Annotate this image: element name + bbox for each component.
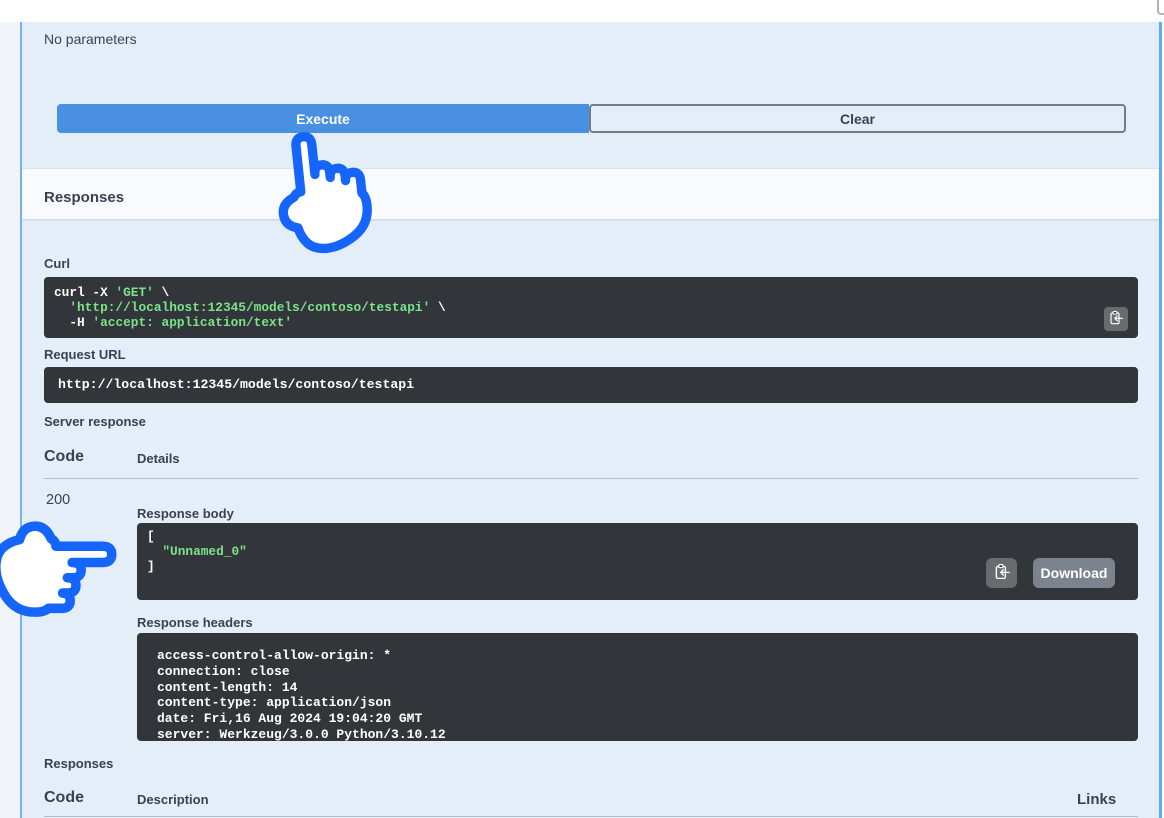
- responses-code-header: Code: [44, 789, 84, 807]
- response-headers-label: Response headers: [137, 615, 253, 630]
- server-response-label: Server response: [44, 414, 146, 429]
- response-header-line: date: Fri,16 Aug 2024 19:04:20 GMT: [157, 711, 1118, 727]
- responses-section-title: Responses: [44, 189, 124, 206]
- copy-curl-button[interactable]: [1104, 307, 1128, 331]
- response-header-line: content-type: application/json: [157, 695, 1118, 711]
- response-body-block: [ "Unnamed_0" ] Download: [137, 523, 1138, 600]
- copy-response-button[interactable]: [986, 558, 1017, 588]
- request-url-label: Request URL: [44, 347, 126, 362]
- responses-table-label: Responses: [44, 756, 113, 771]
- clear-button[interactable]: Clear: [589, 104, 1126, 133]
- request-url-value: http://localhost:12345/models/contoso/te…: [58, 377, 414, 392]
- page-left-gutter: [0, 22, 20, 818]
- responses-table-divider: [44, 816, 1138, 817]
- response-body-open: [: [147, 530, 1128, 545]
- request-url-block: http://localhost:12345/models/contoso/te…: [44, 367, 1138, 403]
- response-header-line: access-control-allow-origin: *: [157, 648, 1118, 664]
- curl-line-2: 'http://localhost:12345/models/contoso/t…: [54, 300, 1128, 315]
- curl-label: Curl: [44, 256, 70, 271]
- response-header-line: connection: close: [157, 664, 1118, 680]
- status-code-200: 200: [46, 492, 70, 508]
- responses-description-header: Description: [137, 792, 209, 807]
- swagger-operation-page: No parameters Execute Clear Responses Cu…: [0, 0, 1164, 818]
- curl-command-block: curl -X 'GET' \ 'http://localhost:12345/…: [44, 277, 1138, 338]
- response-body-label: Response body: [137, 506, 234, 521]
- server-response-code-header: Code: [44, 448, 84, 466]
- curl-line-3: -H 'accept: application/text': [54, 315, 1128, 330]
- download-button[interactable]: Download: [1033, 558, 1115, 588]
- responses-links-header: Links: [1077, 791, 1116, 808]
- copy-to-clipboard-icon: [1108, 310, 1124, 329]
- server-response-details-header: Details: [137, 451, 180, 466]
- copy-to-clipboard-icon: [993, 563, 1011, 584]
- table-header-divider: [44, 478, 1138, 479]
- scrollbar-thumb[interactable]: [1157, 0, 1164, 15]
- response-headers-block: access-control-allow-origin: * connectio…: [137, 633, 1138, 741]
- no-parameters-text: No parameters: [44, 31, 137, 47]
- responses-section-header[interactable]: Responses: [22, 168, 1159, 219]
- response-header-line: content-length: 14: [157, 680, 1118, 696]
- response-header-line: server: Werkzeug/3.0.0 Python/3.10.12: [157, 727, 1118, 741]
- response-body-value: "Unnamed_0": [147, 545, 1128, 560]
- response-body-close: ]: [147, 560, 1128, 575]
- curl-line-1: curl -X 'GET' \: [54, 285, 1128, 300]
- execute-button[interactable]: Execute: [57, 104, 589, 133]
